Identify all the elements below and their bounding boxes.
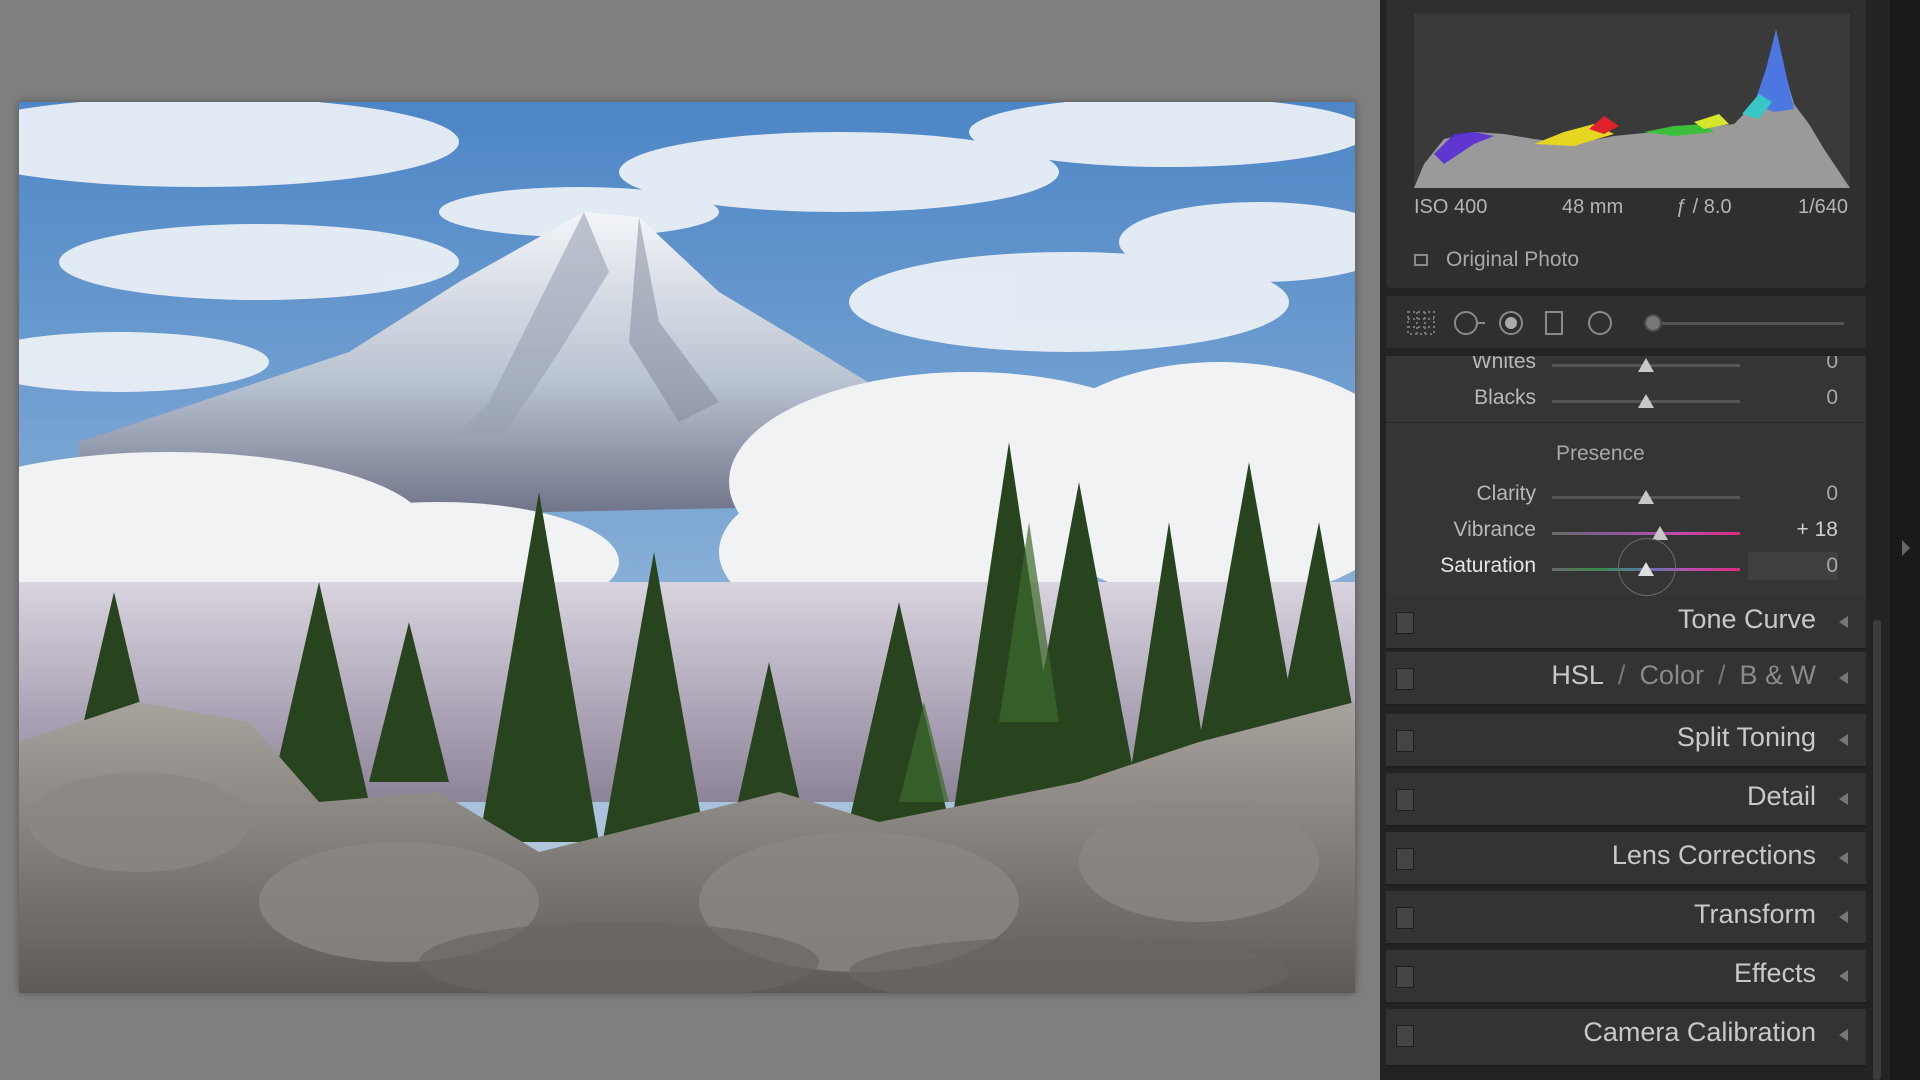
iso-readout: ISO 400	[1414, 196, 1488, 218]
expand-triangle-icon[interactable]	[1839, 616, 1848, 628]
split-toning-title[interactable]: Split Toning	[1677, 722, 1816, 753]
detail-title[interactable]: Detail	[1747, 781, 1816, 812]
expand-triangle-icon[interactable]	[1839, 672, 1848, 684]
blacks-slider-thumb[interactable]	[1638, 394, 1654, 408]
camera-calibration-toggle[interactable]	[1396, 1025, 1414, 1047]
split-toning-section[interactable]: Split Toning	[1386, 714, 1866, 768]
radial-filter-icon[interactable]	[1586, 310, 1614, 340]
expand-triangle-icon[interactable]	[1839, 1029, 1848, 1041]
saturation-row[interactable]: Saturation 0	[1386, 538, 1866, 596]
whites-slider-thumb[interactable]	[1638, 358, 1654, 372]
focal-length-readout: 48 mm	[1562, 196, 1624, 218]
transform-toggle[interactable]	[1396, 907, 1414, 929]
saturation-value-field[interactable]: 0	[1748, 552, 1838, 580]
histogram-panel: ISO 400 48 mm ƒ / 8.0 1/640 Original Pho…	[1386, 0, 1866, 288]
transform-section[interactable]: Transform	[1386, 891, 1866, 945]
collapse-panel-icon[interactable]	[1902, 540, 1910, 556]
photo-preview[interactable]	[19, 102, 1355, 993]
original-photo-label: Original Photo	[1446, 248, 1580, 271]
detail-section[interactable]: Detail	[1386, 773, 1866, 827]
grid-overlay-icon[interactable]	[1406, 310, 1436, 340]
camera-calibration-section[interactable]: Camera Calibration	[1386, 1009, 1866, 1067]
vibrance-value[interactable]: + 18	[1797, 518, 1838, 542]
tab-bw[interactable]: B & W	[1739, 660, 1816, 690]
transform-title[interactable]: Transform	[1694, 899, 1816, 930]
effects-toggle[interactable]	[1396, 966, 1414, 988]
lens-corrections-toggle[interactable]	[1396, 848, 1414, 870]
split-toning-toggle[interactable]	[1396, 730, 1414, 752]
blacks-row[interactable]: Blacks 0	[1386, 380, 1866, 414]
original-photo-checkbox[interactable]	[1414, 254, 1428, 266]
detail-toggle[interactable]	[1396, 789, 1414, 811]
effects-section[interactable]: Effects	[1386, 950, 1866, 1004]
saturation-value[interactable]: 0	[1826, 554, 1838, 578]
tone-curve-title[interactable]: Tone Curve	[1678, 604, 1816, 635]
vibrance-slider-thumb[interactable]	[1652, 526, 1668, 540]
tool-strip	[1386, 296, 1866, 348]
effects-title[interactable]: Effects	[1734, 958, 1816, 989]
tone-curve-toggle[interactable]	[1396, 612, 1414, 634]
section-divider	[1386, 422, 1866, 423]
expand-triangle-icon[interactable]	[1839, 911, 1848, 923]
lens-corrections-title[interactable]: Lens Corrections	[1612, 840, 1816, 871]
hsl-section[interactable]: HSL / Color / B & W	[1386, 652, 1866, 706]
panel-edge	[1890, 0, 1920, 1080]
graduated-filter-icon[interactable]	[1544, 310, 1564, 340]
presence-heading: Presence	[1556, 442, 1645, 465]
photo-canvas	[0, 0, 1380, 1080]
shutter-speed-readout: 1/640	[1798, 196, 1849, 218]
brush-size-slider-knob[interactable]	[1644, 314, 1662, 332]
saturation-label: Saturation	[1440, 554, 1536, 577]
tab-hsl[interactable]: HSL	[1551, 660, 1604, 690]
clarity-value[interactable]: 0	[1826, 482, 1838, 506]
blacks-value[interactable]: 0	[1826, 386, 1838, 410]
clarity-slider-thumb[interactable]	[1638, 490, 1654, 504]
vibrance-row[interactable]: Vibrance + 18	[1386, 512, 1866, 546]
hsl-toggle[interactable]	[1396, 668, 1414, 690]
develop-right-panel: ISO 400 48 mm ƒ / 8.0 1/640 Original Pho…	[1380, 0, 1920, 1080]
cursor-ring	[1618, 538, 1676, 596]
tab-separator: /	[1717, 660, 1726, 690]
spot-removal-icon[interactable]	[1498, 310, 1524, 340]
crop-icon[interactable]	[1452, 310, 1486, 340]
tab-color[interactable]: Color	[1639, 660, 1704, 690]
lens-corrections-section[interactable]: Lens Corrections	[1386, 832, 1866, 886]
basic-panel: Whites 0 Blacks 0 Presence Clarity 0 Vib…	[1386, 356, 1866, 608]
panel-scrollbar[interactable]	[1873, 620, 1881, 1080]
tab-separator: /	[1617, 660, 1626, 690]
expand-triangle-icon[interactable]	[1839, 852, 1848, 864]
tone-curve-section[interactable]: Tone Curve	[1386, 596, 1866, 650]
whites-value[interactable]: 0	[1826, 356, 1838, 374]
expand-triangle-icon[interactable]	[1839, 734, 1848, 746]
aperture-readout: ƒ / 8.0	[1676, 196, 1732, 218]
vibrance-label: Vibrance	[1453, 518, 1536, 541]
histogram	[1414, 14, 1850, 188]
camera-calibration-title[interactable]: Camera Calibration	[1583, 1017, 1816, 1048]
whites-row[interactable]: Whites 0	[1386, 356, 1866, 378]
expand-triangle-icon[interactable]	[1839, 970, 1848, 982]
expand-triangle-icon[interactable]	[1839, 793, 1848, 805]
clarity-label: Clarity	[1476, 482, 1536, 505]
clarity-row[interactable]: Clarity 0	[1386, 476, 1866, 510]
vibrance-slider[interactable]	[1552, 532, 1740, 535]
blacks-label: Blacks	[1474, 386, 1536, 409]
whites-label: Whites	[1471, 356, 1536, 373]
hsl-color-bw-tabs: HSL / Color / B & W	[1551, 660, 1816, 691]
brush-size-slider[interactable]	[1648, 322, 1844, 325]
